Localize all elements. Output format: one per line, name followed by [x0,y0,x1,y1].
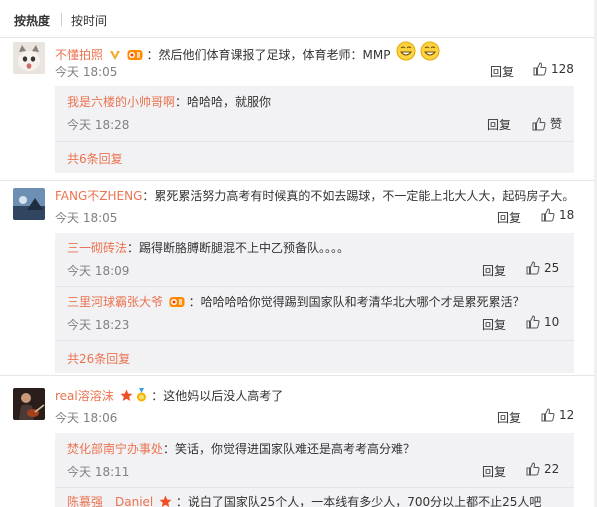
comment-time: 今天 18:06 [55,411,118,425]
comment-text: ：然后他们体育课报了足球，体育老师：MMP [146,48,391,62]
sort-separator [61,13,62,26]
sort-bar: 按热度 按时间 [0,0,597,38]
like-button[interactable]: 赞 [532,115,562,132]
sub-comment-text: ：哈哈哈，就服你 [175,95,272,109]
comment-time: 今天 18:05 [55,65,118,79]
sub-comment-time: 今天 18:11 [67,465,130,479]
sub-comment-username[interactable]: 陈慕强＿Daniel [67,495,153,507]
sub-comment-item: 我是六楼的小帅哥啊：哈哈哈，就服你 今天 18:28 回复 赞 [67,94,574,134]
sub-comment-item: 三里河球霸张大爷 ：哈哈哈哈你觉得踢到国家队和考清华北大哪个才是累死累活？ 今天… [67,294,574,334]
cat-avatar-icon [13,42,45,74]
comment-username[interactable]: real溶溶沫 [55,389,114,403]
like-button[interactable]: 12 [541,408,574,422]
comment-text: ：累死累活努力高考有时候真的不如去踢球，不一定能上北大人大，起码房子大。 [142,189,575,203]
reply-button[interactable]: 回复 [487,116,511,133]
sub-comment-text: ：哈哈哈哈你觉得踢到国家队和考清华北大哪个才是累死累活？ [188,295,525,309]
sub-comment-box: 焚化部南宁办事处：笑话，你觉得进国家队难还是高考考高分难？ 今天 18:11 回… [55,433,574,507]
thumbs-up-icon [541,208,555,222]
comment-text: ：这他妈以后没人高考了 [151,389,284,403]
more-replies-link[interactable]: 共6条回复 [67,150,123,167]
star-badge-icon [159,495,172,507]
sub-comment-item: 焚化部南宁办事处：笑话，你觉得进国家队难还是高考考高分难？ 今天 18:11 回… [67,441,574,481]
comment-item: 不懂拍照 ：然后他们体育课报了足球，体育老师：MMP 今天 18:05 回复 1… [0,38,597,180]
like-count: 赞 [550,117,563,131]
divider [55,487,574,488]
comment-item: real溶溶沫 ：这他妈以后没人高考了 今天 18:06 回复 12 焚化部南宁… [0,376,597,507]
avatar[interactable] [13,388,45,420]
like-button[interactable]: 25 [526,261,559,275]
medal-badge-icon [136,388,147,406]
like-count: 12 [559,408,575,422]
thumbs-up-icon [533,62,547,76]
like-count: 25 [544,261,560,275]
like-count: 10 [544,315,560,329]
sub-comment-time: 今天 18:23 [67,318,130,332]
divider [55,141,574,142]
sub-comment-username[interactable]: 三一砌砖法 [67,241,127,255]
reply-button[interactable]: 回复 [482,262,506,279]
thumbs-up-icon [526,462,540,476]
fan-badge-icon [127,48,143,65]
like-button[interactable]: 22 [526,462,559,476]
reply-button[interactable]: 回复 [482,316,506,333]
divider [55,286,574,287]
like-button[interactable]: 128 [533,62,574,76]
thumbs-up-icon [526,261,540,275]
grin-emoji-icon [396,41,416,65]
sub-comment-item: 陈慕强＿Daniel ：说白了国家队25个人，一本线有多少人，700分以上都不止… [67,494,574,507]
sub-comment-box: 三一砌砖法：踢得断胳膊断腿混不上中乙预备队。。。。 今天 18:09 回复 25… [55,233,574,373]
like-button[interactable]: 18 [541,208,574,222]
thumbs-up-icon [541,408,555,422]
thumbs-up-icon [532,116,546,130]
avatar[interactable] [13,188,45,220]
like-count: 128 [551,62,574,76]
divider [55,340,574,341]
avatar[interactable] [13,42,45,74]
sub-comment-time: 今天 18:09 [67,264,130,278]
sub-comment-username[interactable]: 我是六楼的小帅哥啊 [67,95,175,109]
comment-username[interactable]: FANG不ZHENG [55,189,142,203]
comment-username[interactable]: 不懂拍照 [55,48,103,62]
like-count: 22 [544,462,560,476]
grin-emoji-icon [420,41,440,65]
sort-by-time[interactable]: 按时间 [71,12,107,29]
sub-comment-text: ：说白了国家队25个人，一本线有多少人，700分以上都不止25人吧 [175,495,542,507]
reply-button[interactable]: 回复 [497,209,521,226]
sort-by-hot[interactable]: 按热度 [14,12,50,29]
sub-comment-text: ：笑话，你觉得进国家队难还是高考考高分难？ [163,442,416,456]
sub-comment-time: 今天 18:28 [67,118,130,132]
sub-comment-box: 我是六楼的小帅哥啊：哈哈哈，就服你 今天 18:28 回复 赞 共6条回复 [55,86,574,173]
fan-badge-icon [169,295,185,312]
sub-comment-username[interactable]: 三里河球霸张大爷 [67,295,163,309]
reply-button[interactable]: 回复 [482,463,506,480]
more-replies-link[interactable]: 共26条回复 [67,350,130,367]
photo-avatar-icon [13,188,45,220]
guitarist-avatar-icon [13,388,45,420]
thumbs-up-icon [526,315,540,329]
comment-time: 今天 18:05 [55,211,118,225]
reply-button[interactable]: 回复 [497,409,521,426]
comment-item: FANG不ZHENG：累死累活努力高考有时候真的不如去踢球，不一定能上北大人大，… [0,181,597,374]
like-button[interactable]: 10 [526,315,559,329]
reply-button[interactable]: 回复 [490,63,514,80]
star-badge-icon [120,389,133,406]
sub-comment-text: ：踢得断胳膊断腿混不上中乙预备队。。。。 [127,241,350,255]
sub-comment-username[interactable]: 焚化部南宁办事处 [67,442,163,456]
like-count: 18 [559,208,575,222]
sub-comment-item: 三一砌砖法：踢得断胳膊断腿混不上中乙预备队。。。。 今天 18:09 回复 25 [67,240,574,280]
